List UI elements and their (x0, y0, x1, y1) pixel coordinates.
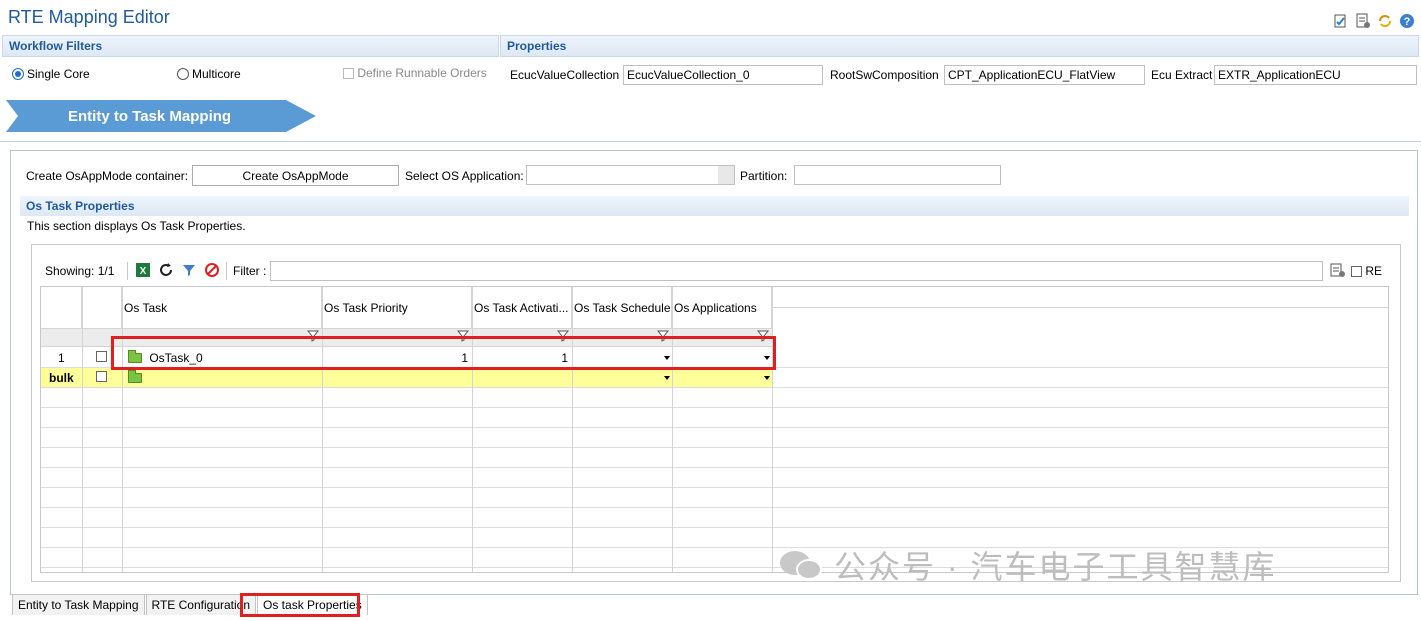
entity-to-task-mapping-banner[interactable]: Entity to Task Mapping (6, 100, 316, 132)
column-header-os-task[interactable]: Os Task (122, 287, 322, 328)
row-divider (41, 427, 1388, 428)
partition-field[interactable] (794, 165, 1001, 185)
combo-dropdown-button[interactable] (718, 166, 734, 184)
re-toggle[interactable]: RE (1351, 264, 1382, 278)
header-spacer (772, 287, 1388, 308)
column-divider (322, 287, 323, 572)
refresh-table-icon[interactable] (158, 262, 174, 278)
ecu-extract-field[interactable]: EXTR_ApplicationECU (1214, 65, 1417, 85)
row-select-checkbox[interactable] (96, 351, 107, 362)
banner-divider (0, 141, 1421, 142)
multicore-label: Multicore (192, 67, 241, 81)
watermark: 公众号 · 汽车电子工具智慧库 (780, 542, 1276, 588)
banner-label: Entity to Task Mapping (68, 107, 232, 125)
help-icon[interactable]: ? (1399, 13, 1415, 29)
os-task-table: Os Task Os Task Priority Os Task Activat… (40, 286, 1389, 573)
excel-export-icon[interactable]: X (135, 262, 151, 278)
bulk-schedule-dropdown-icon[interactable] (664, 376, 670, 380)
workflow-filters-header: Workflow Filters (2, 35, 499, 57)
row-divider (41, 507, 1388, 508)
toolbar-separator (127, 262, 128, 280)
row-index: 1 (58, 351, 65, 365)
filter-label: Filter : (233, 264, 267, 278)
re-checkbox[interactable] (1351, 266, 1362, 277)
column-divider (572, 287, 573, 572)
column-divider (82, 287, 83, 572)
select-os-application-label: Select OS Application: (405, 169, 524, 183)
define-runnable-orders-checkbox (343, 68, 354, 79)
select-os-application-combo[interactable] (526, 165, 735, 185)
tab-entity-to-task-mapping[interactable]: Entity to Task Mapping (12, 594, 145, 615)
watermark-text: 公众号 · 汽车电子工具智慧库 (834, 549, 1277, 585)
properties-header: Properties (500, 35, 1419, 57)
bulk-label: bulk (49, 371, 74, 385)
bulk-os-task-cell[interactable] (125, 368, 320, 388)
bulk-applications-dropdown-icon[interactable] (764, 376, 770, 380)
column-divider (122, 287, 123, 572)
single-core-label: Single Core (27, 67, 90, 81)
wechat-icon (780, 545, 824, 585)
ecu-extract-label: Ecu Extract (1151, 68, 1213, 82)
column-divider (672, 287, 673, 572)
multicore-option[interactable]: Multicore (177, 67, 241, 81)
os-task-properties-header: Os Task Properties (20, 196, 1409, 216)
column-header-activation[interactable]: Os Task Activati... (472, 287, 572, 328)
column-divider (472, 287, 473, 572)
rootsw-label: RootSwComposition (830, 68, 939, 82)
row-divider (41, 487, 1388, 488)
rootsw-value-field[interactable]: CPT_ApplicationECU_FlatView (944, 65, 1145, 85)
row-number-header (41, 287, 82, 328)
bulk-select-checkbox[interactable] (96, 371, 107, 382)
single-core-radio[interactable] (12, 68, 24, 80)
column-header-schedule[interactable]: Os Task Schedule (572, 287, 672, 328)
column-divider (772, 287, 773, 572)
row-highlight-annotation (111, 336, 776, 370)
validate-icon[interactable] (1333, 13, 1349, 29)
row-divider (41, 447, 1388, 448)
partition-label: Partition: (740, 169, 788, 183)
showing-count: Showing: 1/1 (45, 264, 115, 278)
define-runnable-orders-option: Define Runnable Orders (343, 66, 487, 80)
svg-text:X: X (140, 266, 147, 277)
define-runnable-orders-label: Define Runnable Orders (357, 66, 487, 80)
refresh-icon[interactable] (1377, 13, 1393, 29)
create-osappmode-button[interactable]: Create OsAppMode (192, 165, 399, 186)
folder-icon (128, 370, 142, 383)
document-settings-icon[interactable] (1355, 13, 1371, 29)
table-toolbar-icons: X (135, 262, 220, 278)
multicore-radio[interactable] (177, 68, 189, 80)
column-header-applications[interactable]: Os Applications (672, 287, 772, 328)
svg-text:?: ? (1404, 16, 1411, 28)
column-header-priority[interactable]: Os Task Priority (322, 287, 472, 328)
clear-filter-icon[interactable] (204, 262, 220, 278)
filter-input[interactable] (270, 261, 1323, 281)
row-divider (41, 407, 1388, 408)
filter-settings-icon[interactable] (181, 262, 197, 278)
row-divider (41, 467, 1388, 468)
select-header (82, 287, 122, 328)
create-osappmode-label: Create OsAppMode container: (26, 169, 189, 183)
ecuc-value-field[interactable]: EcucValueCollection_0 (623, 65, 823, 85)
os-task-properties-description: This section displays Os Task Properties… (27, 219, 246, 233)
tab-highlight-annotation (240, 593, 360, 617)
ecuc-label: EcucValueCollection (510, 68, 620, 82)
editor-toolbar: ? (1333, 13, 1415, 29)
column-config-icon[interactable] (1330, 262, 1346, 281)
re-label: RE (1365, 264, 1383, 278)
toolbar-separator-2 (226, 262, 227, 280)
editor-title: RTE Mapping Editor (8, 7, 170, 27)
row-divider (41, 527, 1388, 528)
single-core-option[interactable]: Single Core (12, 67, 90, 81)
